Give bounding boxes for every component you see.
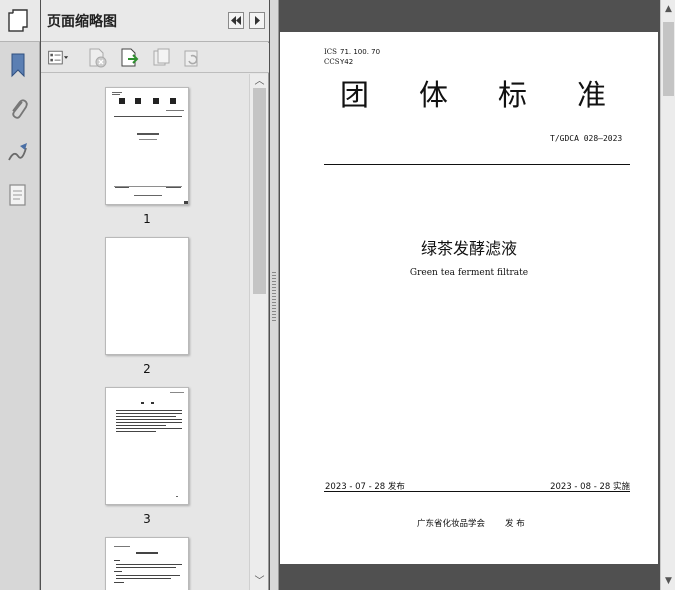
document-scrollbar[interactable]: ▲ ▼ bbox=[660, 0, 675, 590]
signature-icon[interactable] bbox=[6, 140, 30, 166]
pdf-reader-window: 页面缩略图 1 2 3 ︿ ﹀ ICS 71. 100. 70 CCS Y42 … bbox=[0, 0, 675, 590]
issuer: 广东省化妆品学会 bbox=[417, 519, 486, 529]
extract-page-icon[interactable] bbox=[151, 47, 173, 69]
footer-rule bbox=[324, 491, 630, 492]
rail-header bbox=[0, 0, 40, 42]
layers-icon[interactable] bbox=[6, 182, 30, 208]
standard-number: T/GDCA 028—2023 bbox=[550, 134, 623, 143]
thumbnail-options-icon[interactable] bbox=[47, 47, 69, 69]
navigation-rail bbox=[0, 0, 40, 590]
standard-type-char: 团 bbox=[340, 78, 370, 112]
standard-type-char: 准 bbox=[577, 78, 607, 112]
ics-value: 71. 100. 70 bbox=[340, 48, 381, 56]
standard-type-char: 体 bbox=[419, 78, 449, 112]
page-4-preview bbox=[114, 546, 182, 583]
thumbnail-scrollbar[interactable]: ︿ ﹀ bbox=[249, 74, 268, 590]
document-view[interactable]: ICS 71. 100. 70 CCS Y42 团 体 标 准 T/GDCA 0… bbox=[280, 0, 660, 590]
delete-page-icon[interactable] bbox=[87, 47, 109, 69]
ccs-value: Y42 bbox=[340, 58, 354, 66]
scroll-down-icon[interactable]: ▼ bbox=[663, 576, 674, 587]
scroll-up-icon[interactable]: ▲ bbox=[663, 4, 674, 15]
collapse-panel-button[interactable] bbox=[228, 12, 244, 29]
panel-header: 页面缩略图 bbox=[41, 0, 269, 42]
issue-word: 发 布 bbox=[505, 519, 525, 529]
scroll-thumb[interactable] bbox=[663, 22, 674, 96]
thumbnail-list[interactable]: 1 2 3 bbox=[41, 74, 249, 590]
page-3-preview bbox=[116, 392, 184, 497]
document-page: ICS 71. 100. 70 CCS Y42 团 体 标 准 T/GDCA 0… bbox=[280, 32, 658, 564]
thumbnail-page-4[interactable] bbox=[105, 537, 189, 590]
thumbnail-panel: 页面缩略图 1 2 3 ︿ ﹀ bbox=[41, 0, 269, 590]
attachment-icon[interactable] bbox=[6, 96, 30, 122]
right-arrow-icon bbox=[255, 16, 260, 25]
panel-menu-button[interactable] bbox=[249, 12, 265, 29]
double-left-arrow-icon bbox=[231, 16, 241, 25]
thumbnail-page-number: 2 bbox=[143, 362, 151, 376]
ccs-label: CCS bbox=[324, 58, 340, 66]
panel-splitter[interactable] bbox=[270, 0, 279, 590]
document-title-en: Green tea ferment filtrate bbox=[409, 268, 529, 278]
scroll-up-icon[interactable]: ︿ bbox=[254, 76, 265, 87]
thumbnail-page-number: 1 bbox=[143, 212, 151, 226]
thumbnail-page-3[interactable] bbox=[105, 387, 189, 505]
document-title-cn: 绿茶发酵滤液 bbox=[420, 239, 517, 258]
page-1-preview bbox=[112, 92, 188, 204]
insert-page-icon[interactable] bbox=[119, 47, 141, 69]
bookmark-icon[interactable] bbox=[6, 52, 30, 78]
panel-title: 页面缩略图 bbox=[47, 14, 117, 30]
thumbnail-page-2[interactable] bbox=[105, 237, 189, 355]
pages-icon[interactable] bbox=[7, 8, 31, 34]
ics-label: ICS bbox=[324, 48, 337, 56]
standard-type-char: 标 bbox=[498, 78, 528, 112]
scroll-thumb[interactable] bbox=[253, 88, 266, 294]
thumbnail-page-number: 3 bbox=[143, 512, 151, 526]
rotate-page-icon[interactable] bbox=[181, 47, 203, 69]
thumbnail-toolbar bbox=[41, 43, 269, 73]
header-rule bbox=[324, 164, 630, 165]
thumbnail-page-1[interactable] bbox=[105, 87, 189, 205]
splitter-grip[interactable] bbox=[272, 272, 276, 322]
scroll-down-icon[interactable]: ﹀ bbox=[254, 576, 265, 587]
